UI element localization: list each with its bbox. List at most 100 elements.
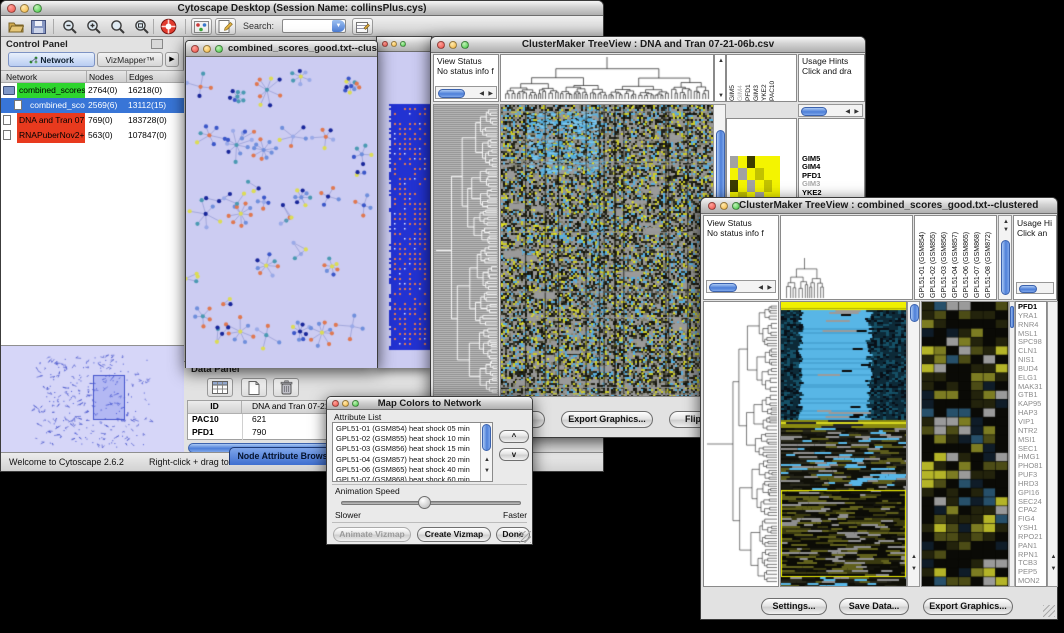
speed-slider-track[interactable]	[341, 501, 521, 505]
scroll-down-icon[interactable]: ▼	[1051, 566, 1057, 572]
attribute-item[interactable]: GPL51-03 (GSM856) heat shock 15 min	[333, 444, 479, 454]
main-titlebar[interactable]: Cytoscape Desktop (Session Name: collins…	[1, 1, 603, 16]
network-list-row[interactable]: RNAPuberNov2+563(0)107847(0)	[1, 128, 184, 143]
attribute-item[interactable]: GPL51-06 (GSM865) heat shock 40 min	[333, 465, 479, 475]
scroll-down-icon[interactable]: ▼	[1003, 227, 1009, 233]
select-attributes-icon[interactable]	[207, 378, 233, 397]
column-gene-label[interactable]: PAC10	[769, 56, 777, 101]
dialog-titlebar[interactable]: Map Colors to Network	[327, 397, 532, 410]
view-status-hscroll[interactable]	[438, 89, 465, 98]
resize-grip[interactable]	[1043, 605, 1055, 617]
close-icon[interactable]	[332, 400, 339, 407]
global-heatmap-canvas[interactable]	[501, 105, 713, 396]
create-vizmap-button[interactable]: Create Vizmap	[417, 527, 491, 542]
similarity-cell[interactable]	[755, 180, 763, 192]
move-up-button[interactable]: ^	[499, 430, 529, 443]
network-list-row[interactable]: DNA and Tran 07769(0)183728(0)	[1, 113, 184, 128]
minimize-icon[interactable]	[342, 400, 349, 407]
scroll-left-icon[interactable]: ◀	[845, 109, 850, 115]
new-attribute-icon[interactable]	[241, 378, 267, 397]
list-vscroll-thumb[interactable]	[482, 424, 491, 451]
similarity-cell[interactable]	[772, 156, 780, 168]
save-session-icon[interactable]	[28, 18, 48, 35]
close-icon[interactable]	[382, 41, 388, 47]
similarity-cell[interactable]	[738, 156, 746, 168]
vscroll-thumb[interactable]	[910, 304, 919, 322]
zoom-window-icon[interactable]	[732, 202, 740, 210]
array-column-label[interactable]: GPL51-01 (GSM854)	[917, 217, 928, 298]
tab-vizmapper[interactable]: VizMapper™	[97, 52, 163, 67]
speed-slider-thumb[interactable]	[418, 496, 431, 509]
scroll-up-icon[interactable]: ▲	[1051, 554, 1057, 560]
attribute-listbox[interactable]: GPL51-01 (GSM854) heat shock 05 minGPL51…	[332, 422, 493, 482]
similarity-cell[interactable]	[755, 168, 763, 180]
hscroll-thumb[interactable]	[801, 107, 827, 116]
column-gene-label[interactable]: GIM5	[729, 56, 737, 101]
column-gene-label[interactable]: GIM4	[737, 56, 745, 101]
similarity-cell[interactable]	[730, 156, 738, 168]
close-icon[interactable]	[191, 45, 199, 53]
help-lifering-icon[interactable]	[158, 17, 179, 36]
close-icon[interactable]	[437, 41, 445, 49]
column-dendrogram-canvas[interactable]	[781, 216, 912, 299]
animate-vizmap-button[interactable]: Animate Vizmap	[333, 527, 411, 542]
similarity-cell[interactable]	[755, 156, 763, 168]
array-column-label[interactable]: GPL51-08 (GSM872)	[983, 217, 994, 298]
scroll-up-icon[interactable]: ▲	[718, 58, 724, 64]
dense-network-canvas[interactable]	[377, 52, 431, 368]
resize-grip[interactable]	[519, 531, 531, 543]
chevron-down-icon[interactable]: ▼	[332, 20, 345, 32]
export-graphics-button[interactable]: Export Graphics...	[561, 411, 653, 428]
col-network[interactable]: Network	[6, 72, 37, 82]
similarity-cell[interactable]	[747, 180, 755, 192]
col-nodes[interactable]: Nodes	[89, 72, 114, 82]
tab-overflow-icon[interactable]: ▶	[165, 52, 179, 67]
minimize-icon[interactable]	[391, 41, 397, 47]
delete-attribute-icon[interactable]	[273, 378, 299, 397]
search-config-icon[interactable]	[352, 18, 373, 35]
minimize-icon[interactable]	[20, 4, 29, 13]
table-col-id[interactable]: ID	[188, 401, 242, 414]
column-gene-label[interactable]: PFD1	[745, 56, 753, 101]
open-session-icon[interactable]	[6, 18, 26, 35]
view-status-hscroll[interactable]	[709, 283, 737, 292]
similarity-cell[interactable]	[747, 156, 755, 168]
zoom-window-icon[interactable]	[400, 41, 406, 47]
scroll-up-icon[interactable]: ▲	[911, 554, 917, 560]
scroll-down-icon[interactable]: ▼	[911, 566, 917, 572]
similarity-cell[interactable]	[764, 156, 772, 168]
treeview1-titlebar[interactable]: ClusterMaker TreeView : DNA and Tran 07-…	[431, 37, 865, 53]
similarity-cell[interactable]	[747, 168, 755, 180]
back-window-titlebar[interactable]	[377, 37, 431, 52]
zoom-window-icon[interactable]	[215, 45, 223, 53]
save-data-button[interactable]: Save Data...	[839, 598, 909, 615]
attribute-item[interactable]: GPL51-04 (GSM857) heat shock 20 min	[333, 455, 479, 465]
close-icon[interactable]	[708, 202, 716, 210]
node-attribute-browser-tab[interactable]: Node Attribute Brows	[229, 447, 336, 465]
search-input[interactable]: ▼	[282, 19, 346, 33]
similarity-cell[interactable]	[764, 180, 772, 192]
scroll-up-icon[interactable]: ▲	[484, 457, 490, 463]
gene-label[interactable]: MON2	[1018, 577, 1043, 586]
similarity-cell[interactable]	[738, 168, 746, 180]
scroll-left-icon[interactable]: ◀	[479, 91, 484, 97]
tab-network[interactable]: Network	[8, 52, 95, 67]
zoom-out-icon[interactable]	[60, 18, 80, 35]
array-column-label[interactable]: GPL51-06 (GSM865)	[961, 217, 972, 298]
network-list-row[interactable]: combined_scores2764(0)16218(0)	[1, 83, 184, 98]
zoom-window-icon[interactable]	[352, 400, 359, 407]
column-gene-label[interactable]: YKE2	[761, 56, 769, 101]
col-edges[interactable]: Edges	[129, 72, 153, 82]
scroll-right-icon[interactable]: ▶	[488, 91, 493, 97]
vscroll-thumb[interactable]	[1010, 306, 1014, 328]
attribute-item[interactable]: GPL51-02 (GSM855) heat shock 10 min	[333, 434, 479, 444]
scroll-left-icon[interactable]: ◀	[758, 285, 763, 291]
similarity-cell[interactable]	[738, 180, 746, 192]
column-dendrogram-canvas[interactable]	[501, 55, 713, 101]
scroll-right-icon[interactable]: ▶	[854, 109, 859, 115]
similarity-cell[interactable]	[772, 168, 780, 180]
annotation-icon[interactable]	[215, 18, 236, 35]
zoom-window-icon[interactable]	[33, 4, 42, 13]
scroll-up-icon[interactable]: ▲	[1003, 219, 1009, 225]
similarity-cell[interactable]	[730, 180, 738, 192]
